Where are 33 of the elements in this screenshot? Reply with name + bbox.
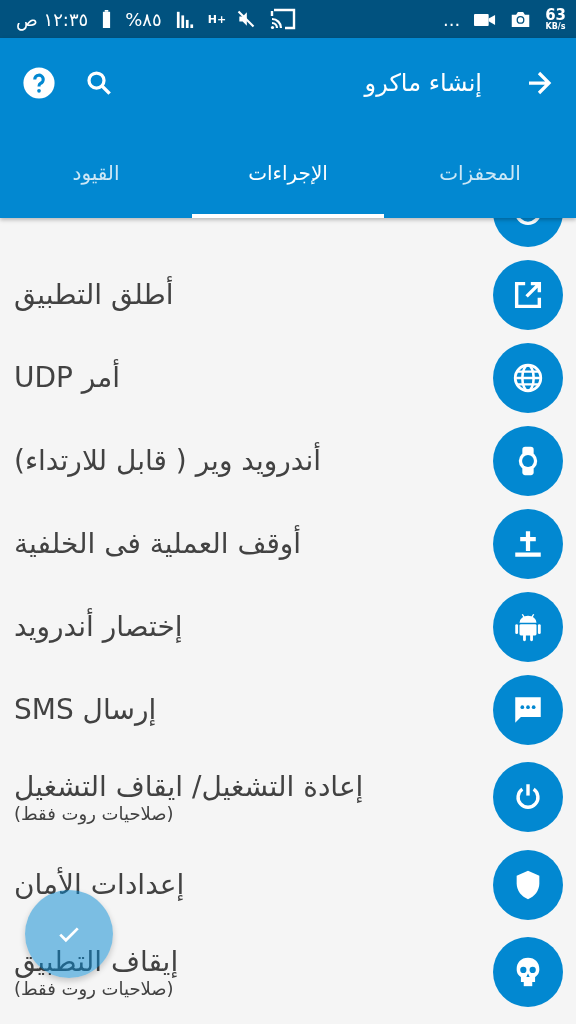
tab[interactable]: الإجراءات (192, 128, 384, 218)
action-title: أندرويد وير ( قابل للارتداء) (14, 444, 322, 477)
action-title: أمر UDP (14, 361, 121, 394)
action-note: (صلاحيات روت فقط) (14, 978, 174, 999)
clock-text: ١٢:٣٥ ص (16, 8, 89, 30)
action-item[interactable]: إعادة التشغيل/ ايقاف التشغيل (صلاحيات روت فقط) (0, 751, 576, 843)
action-item[interactable]: إختصار أندرويد (0, 585, 576, 668)
video-camera-icon (474, 11, 497, 27)
action-title: أطلق التطبيق (14, 278, 174, 311)
mute-icon (235, 9, 256, 29)
action-title: إعدادات الأمان (14, 868, 185, 901)
action-title: إختصار أندرويد (14, 610, 183, 643)
speed-text: 63 (545, 7, 566, 23)
more-text: ... (442, 8, 461, 30)
action-item[interactable]: أمر UDP (0, 336, 576, 419)
screen-title: إنشاء ماكرو (364, 69, 482, 97)
search-icon (84, 68, 114, 98)
help-icon (22, 66, 56, 100)
battery-icon (102, 10, 112, 28)
speed-unit-text: KB/s (545, 22, 566, 31)
action-title: إعادة التشغيل/ ايقاف التشغيل (14, 770, 364, 803)
camera-icon (510, 10, 532, 28)
action-item[interactable]: إعدادات الأمان (0, 843, 576, 926)
action-title: إرسال SMS (14, 693, 157, 726)
action-item[interactable]: إرسال SMS (0, 668, 576, 751)
action-title: أوقف العملية فى الخلفية (14, 527, 302, 560)
action-item[interactable]: أطلق التطبيق (0, 253, 576, 336)
action-item[interactable]: أوقف العملية فى الخلفية (0, 502, 576, 585)
action-item[interactable]: أندرويد وير ( قابل للارتداء) (0, 419, 576, 502)
signal-icon (175, 10, 194, 28)
battery-text: %٨٥ (125, 8, 162, 30)
cast-icon (269, 8, 296, 30)
action-note: (صلاحيات روت فقط) (14, 803, 174, 824)
